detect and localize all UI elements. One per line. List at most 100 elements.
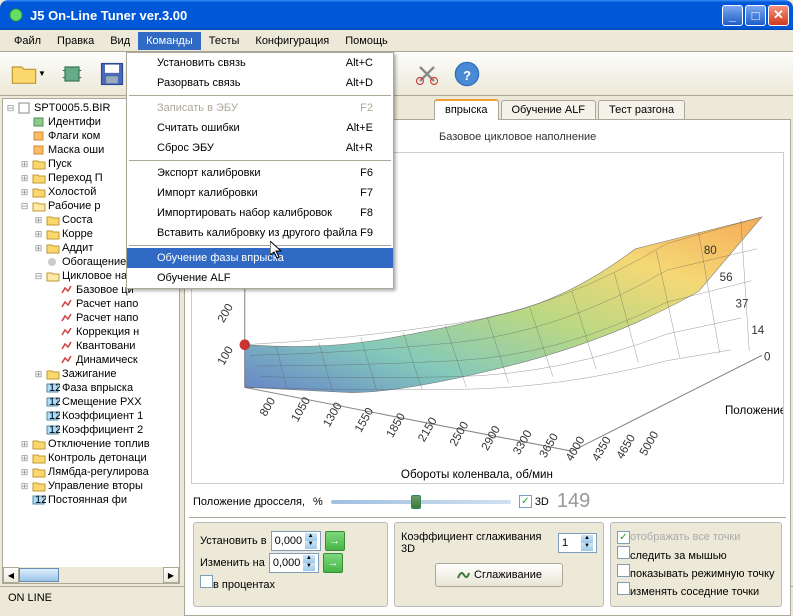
menu-view[interactable]: Вид	[102, 32, 138, 50]
chip-button[interactable]	[54, 56, 90, 92]
follow-mouse-checkbox[interactable]	[617, 546, 630, 559]
menu-item[interactable]: Записать в ЭБУF2	[127, 98, 393, 118]
menu-item[interactable]: Обучение ALF	[127, 268, 393, 288]
svg-text:4350: 4350	[590, 434, 614, 464]
slider-knob[interactable]	[411, 495, 421, 509]
tool-help-icon[interactable]: ?	[449, 56, 485, 92]
svg-text:5000: 5000	[637, 428, 661, 458]
svg-text:1300: 1300	[321, 400, 345, 430]
commands-dropdown: Установить связьAlt+CРазорвать связьAlt+…	[126, 52, 394, 289]
tree-node[interactable]: Расчет напо	[5, 297, 177, 311]
svg-text:2500: 2500	[447, 419, 471, 449]
tree-node[interactable]: ⊞Зажигание	[5, 367, 177, 381]
3d-checkbox[interactable]: ✓	[519, 495, 532, 508]
tree-h-scrollbar[interactable]: ◀ ▶	[3, 567, 179, 583]
window-title: J5 On-Line Tuner ver.3.00	[28, 8, 722, 23]
tab-injection[interactable]: впрыска	[434, 99, 499, 120]
tree-node[interactable]: ⊞Контроль детонаци	[5, 451, 177, 465]
throttle-slider[interactable]	[331, 500, 511, 504]
show-regime-checkbox[interactable]	[617, 564, 630, 577]
tree-node[interactable]: ⊞Лямбда-регулирова	[5, 465, 177, 479]
change-apply-button[interactable]: →	[323, 553, 343, 573]
tree-node[interactable]: Квантовани	[5, 339, 177, 353]
show-all-checkbox[interactable]: ✓	[617, 531, 630, 544]
save-button[interactable]	[94, 56, 130, 92]
chart-title: Базовое цикловое наполнение	[439, 131, 596, 143]
open-button[interactable]: ▼	[6, 56, 50, 92]
throttle-label: Положение дросселя,	[193, 496, 305, 508]
smooth-icon	[456, 568, 470, 582]
menu-item[interactable]: Разорвать связьAlt+D	[127, 73, 393, 93]
scroll-left-button[interactable]: ◀	[3, 567, 19, 583]
svg-text:200: 200	[215, 301, 236, 325]
svg-text:Положение дросселя: Положение дросселя	[725, 404, 783, 417]
menu-file[interactable]: Файл	[6, 32, 49, 50]
tree-node[interactable]: 12Смещение РХХ	[5, 395, 177, 409]
svg-text:3300: 3300	[511, 427, 535, 457]
svg-text:80: 80	[704, 244, 717, 257]
menu-item[interactable]: Импорт калибровкиF7	[127, 183, 393, 203]
tree-node[interactable]: ⊞Отключение топлив	[5, 437, 177, 451]
app-icon	[8, 7, 24, 23]
svg-text:2900: 2900	[479, 423, 503, 453]
tree-node[interactable]: ⊞Управление вторы	[5, 479, 177, 493]
menu-item[interactable]: Сброс ЭБУAlt+R	[127, 138, 393, 158]
close-button[interactable]: ✕	[768, 5, 789, 26]
svg-text:12: 12	[35, 494, 46, 506]
value-display: 149	[557, 490, 590, 513]
tree-node[interactable]: Динамическ	[5, 353, 177, 367]
minimize-button[interactable]: _	[722, 5, 743, 26]
svg-text:0: 0	[764, 351, 771, 364]
svg-text:14: 14	[751, 324, 764, 337]
menu-item[interactable]: Обучение фазы впрыска	[127, 248, 393, 268]
tree-node[interactable]: Расчет напо	[5, 311, 177, 325]
svg-text:3650: 3650	[537, 431, 561, 461]
menu-config[interactable]: Конфигурация	[247, 32, 337, 50]
svg-text:12: 12	[49, 382, 60, 394]
percent-checkbox[interactable]	[200, 575, 213, 588]
menu-edit[interactable]: Правка	[49, 32, 102, 50]
tree-node[interactable]: 12Коэффициент 2	[5, 423, 177, 437]
svg-text:Обороты коленвала, об/мин: Обороты коленвала, об/мин	[401, 468, 553, 481]
change-adj-checkbox[interactable]	[617, 582, 630, 595]
menu-item[interactable]: Вставить калибровку из другого файлаF9	[127, 223, 393, 243]
maximize-button[interactable]: □	[745, 5, 766, 26]
menu-bar: Файл Правка Вид Команды Тесты Конфигурац…	[0, 30, 793, 52]
set-apply-button[interactable]: →	[325, 531, 345, 551]
svg-text:1050: 1050	[289, 394, 313, 424]
tree-node[interactable]: 12Коэффициент 1	[5, 409, 177, 423]
scroll-right-button[interactable]: ▶	[163, 567, 179, 583]
menu-item[interactable]: Установить связьAlt+C	[127, 53, 393, 73]
svg-text:4650: 4650	[614, 432, 638, 462]
svg-text:800: 800	[257, 395, 278, 419]
smooth-k-input[interactable]: 1▲▼	[558, 533, 597, 553]
tool-cut-icon[interactable]	[409, 56, 445, 92]
svg-text:37: 37	[736, 297, 749, 310]
tree-node[interactable]: 12Фаза впрыска	[5, 381, 177, 395]
menu-item[interactable]: Считать ошибкиAlt+E	[127, 118, 393, 138]
chart-marker[interactable]	[239, 339, 250, 350]
set-value-input[interactable]: 0,000▲▼	[271, 531, 321, 551]
svg-text:100: 100	[215, 344, 236, 368]
tree-node[interactable]: 12Постоянная фи	[5, 493, 177, 507]
change-value-input[interactable]: 0,000▲▼	[269, 553, 319, 573]
scroll-thumb[interactable]	[19, 568, 59, 582]
title-bar: J5 On-Line Tuner ver.3.00 _ □ ✕	[0, 0, 793, 30]
menu-commands[interactable]: Команды	[138, 32, 201, 50]
svg-text:12: 12	[49, 410, 60, 422]
status-online: ON LINE	[8, 592, 52, 604]
smooth-button[interactable]: Сглаживание	[435, 563, 563, 587]
menu-item[interactable]: Экспорт калибровкиF6	[127, 163, 393, 183]
toolbar: ▼ ?	[0, 52, 793, 96]
menu-tests[interactable]: Тесты	[201, 32, 248, 50]
svg-text:2150: 2150	[416, 415, 440, 445]
svg-text:12: 12	[49, 396, 60, 408]
svg-text:?: ?	[463, 67, 471, 82]
menu-help[interactable]: Помощь	[337, 32, 396, 50]
tab-accel[interactable]: Тест разгона	[598, 100, 685, 119]
svg-text:56: 56	[720, 271, 733, 284]
menu-item[interactable]: Импортировать набор калибровокF8	[127, 203, 393, 223]
tab-alf[interactable]: Обучение ALF	[501, 100, 597, 119]
tree-node[interactable]: Коррекция н	[5, 325, 177, 339]
svg-text:12: 12	[49, 424, 60, 436]
